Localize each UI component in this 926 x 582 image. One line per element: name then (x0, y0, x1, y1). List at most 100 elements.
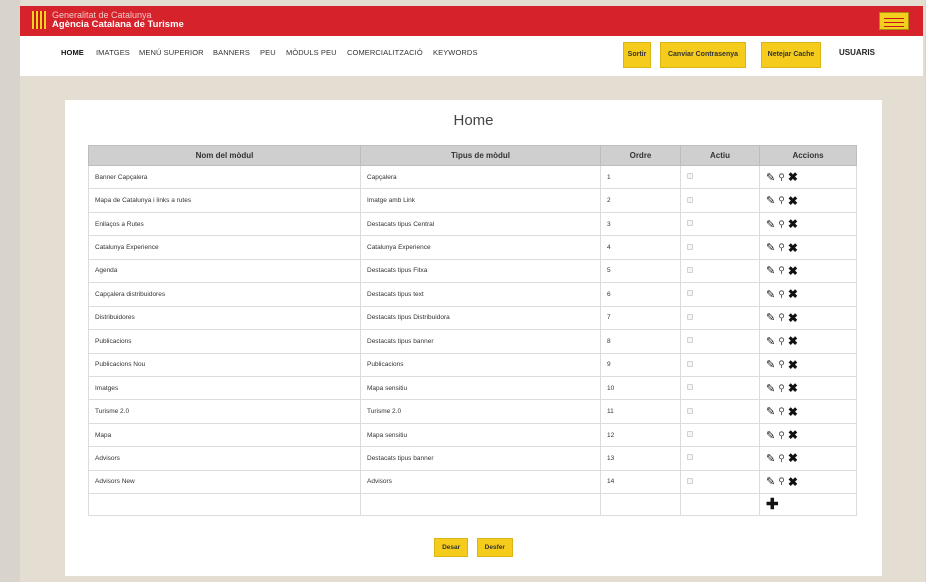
search-icon[interactable]: ⚲ (778, 289, 785, 300)
active-checkbox[interactable] (687, 313, 693, 320)
active-checkbox[interactable] (687, 477, 693, 484)
search-icon[interactable]: ⚲ (778, 312, 785, 323)
pencil-icon[interactable]: ✎ (766, 194, 775, 207)
close-icon[interactable]: ✖ (788, 194, 798, 208)
nav-item-moduls-peu[interactable]: MÒDULS PEU (286, 48, 337, 57)
pencil-icon[interactable]: ✎ (766, 358, 775, 371)
active-checkbox[interactable] (687, 337, 693, 344)
pencil-icon[interactable]: ✎ (766, 218, 775, 231)
active-checkbox[interactable] (687, 407, 693, 414)
active-checkbox[interactable] (687, 173, 693, 180)
active-checkbox[interactable] (687, 196, 693, 203)
cell-order: 13 (600, 446, 681, 471)
cell-order: 9 (600, 352, 681, 377)
table-row: Mapa de Catalunya i links a rutes Imatge … (88, 188, 857, 213)
cell-module-type: Turisme 2.0 (360, 399, 601, 424)
cell-module-type: Catalunya Experience (360, 235, 601, 260)
column-header-nom[interactable]: Nom del mòdul (88, 145, 361, 166)
search-icon[interactable]: ⚲ (778, 172, 785, 183)
search-icon[interactable]: ⚲ (778, 383, 785, 394)
pencil-icon[interactable]: ✎ (766, 171, 775, 184)
close-icon[interactable]: ✖ (788, 405, 798, 419)
nav-item-imatges[interactable]: IMATGES (96, 48, 130, 57)
search-icon[interactable]: ⚲ (778, 265, 785, 276)
pencil-icon[interactable]: ✎ (766, 335, 775, 348)
cell-active (680, 188, 760, 213)
column-header-ordre[interactable]: Ordre (600, 145, 681, 166)
cell-module-name: Catalunya Experience (88, 235, 361, 260)
search-icon[interactable]: ⚲ (778, 453, 785, 464)
cell-module-type: Publicacions (360, 352, 601, 377)
active-checkbox[interactable] (687, 360, 693, 367)
search-icon[interactable]: ⚲ (778, 242, 785, 253)
cell-module-type: Advisors (360, 469, 601, 495)
cell-active (680, 375, 760, 401)
nav-item-peu[interactable]: PEU (260, 48, 276, 57)
pencil-icon[interactable]: ✎ (766, 475, 775, 488)
close-icon[interactable]: ✖ (788, 264, 798, 278)
pencil-icon[interactable]: ✎ (766, 241, 775, 254)
catalan-flag-icon[interactable] (879, 12, 909, 30)
empty-cell (600, 493, 681, 517)
active-checkbox[interactable] (687, 290, 693, 297)
nav-item-keywords[interactable]: KEYWORDS (433, 48, 478, 57)
close-icon[interactable]: ✖ (788, 381, 798, 395)
cell-module-type: Destacats tipus Central (360, 211, 601, 237)
search-icon[interactable]: ⚲ (778, 476, 785, 487)
active-checkbox[interactable] (687, 454, 693, 461)
nav-item-banners[interactable]: BANNERS (213, 48, 250, 57)
pencil-icon[interactable]: ✎ (766, 264, 775, 277)
active-checkbox[interactable] (687, 384, 693, 391)
search-icon[interactable]: ⚲ (778, 219, 785, 230)
active-checkbox[interactable] (687, 243, 693, 250)
search-icon[interactable]: ⚲ (778, 359, 785, 370)
canviar-contrasenya-button[interactable]: Canviar Contrasenya (660, 42, 746, 68)
close-icon[interactable]: ✖ (788, 475, 798, 489)
close-icon[interactable]: ✖ (788, 311, 798, 325)
cell-active (680, 164, 760, 190)
active-checkbox[interactable] (687, 220, 693, 227)
desar-button[interactable]: Desar (434, 538, 469, 557)
close-icon[interactable]: ✖ (788, 334, 798, 348)
close-icon[interactable]: ✖ (788, 241, 798, 255)
column-header-tipus[interactable]: Tipus de mòdul (360, 145, 601, 166)
pencil-icon[interactable]: ✎ (766, 382, 775, 395)
close-icon[interactable]: ✖ (788, 170, 798, 184)
pencil-icon[interactable]: ✎ (766, 452, 775, 465)
close-icon[interactable]: ✖ (788, 217, 798, 231)
search-icon[interactable]: ⚲ (778, 430, 785, 441)
active-checkbox[interactable] (687, 266, 693, 273)
cell-order: 10 (600, 375, 681, 401)
cell-active (680, 305, 760, 331)
pencil-icon[interactable]: ✎ (766, 429, 775, 442)
desfer-button[interactable]: Desfer (476, 538, 513, 557)
form-actions: Desar Desfer (65, 536, 882, 557)
column-header-actiu[interactable]: Actiu (680, 145, 760, 166)
nav-item-comercialitzacio[interactable]: COMERCIALITZACIÓ (347, 48, 423, 57)
close-icon[interactable]: ✖ (788, 451, 798, 465)
cell-module-type: Destacats tipus Distribuidora (360, 305, 601, 331)
search-icon[interactable]: ⚲ (778, 336, 785, 347)
search-icon[interactable]: ⚲ (778, 406, 785, 417)
nav-item-menu-superior[interactable]: MENÚ SUPERIOR (139, 48, 204, 57)
cell-module-name: Advisors New (88, 469, 361, 495)
pencil-icon[interactable]: ✎ (766, 311, 775, 324)
cell-active (680, 469, 760, 495)
cell-order: 7 (600, 305, 681, 331)
plus-icon[interactable]: ✚ (766, 496, 779, 513)
pencil-icon[interactable]: ✎ (766, 405, 775, 418)
table-row: Catalunya Experience Catalunya Experience… (88, 235, 857, 260)
sortir-button[interactable]: Sortir (623, 42, 651, 68)
cell-active (680, 258, 760, 284)
table-body: Banner Capçalera Capçalera 1 ✎ ⚲ ✖ Mapa de Cat… (88, 164, 857, 517)
close-icon[interactable]: ✖ (788, 428, 798, 442)
netejar-cache-button[interactable]: Netejar Cache (761, 42, 821, 68)
usuaris-link[interactable]: USUARIS (839, 48, 875, 57)
pencil-icon[interactable]: ✎ (766, 288, 775, 301)
cell-module-type: Imatge amb Link (360, 188, 601, 213)
close-icon[interactable]: ✖ (788, 287, 798, 301)
nav-item-home[interactable]: HOME (61, 48, 84, 57)
active-checkbox[interactable] (687, 431, 693, 438)
search-icon[interactable]: ⚲ (778, 195, 785, 206)
close-icon[interactable]: ✖ (788, 358, 798, 372)
